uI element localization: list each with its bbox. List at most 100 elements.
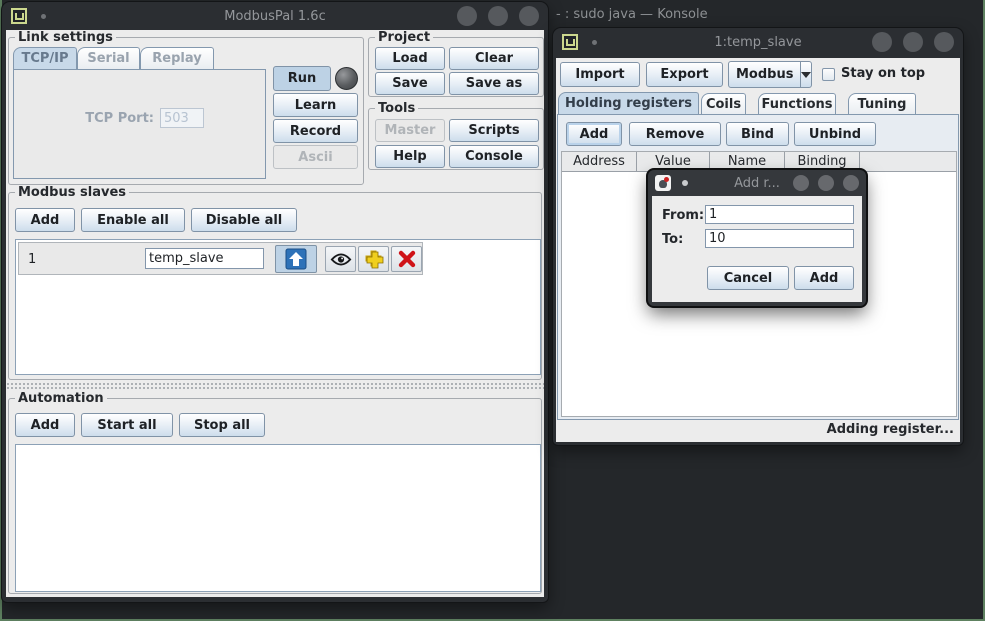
stay-on-top-label: Stay on top bbox=[841, 66, 925, 81]
to-input[interactable] bbox=[705, 229, 854, 248]
modbuspal-content: Link settings TCP/IP Serial Replay TCP P… bbox=[6, 30, 544, 597]
registers-table-header: Address Value Name Binding bbox=[562, 152, 956, 172]
titlebar-pin-dot-icon bbox=[41, 14, 46, 19]
learn-button[interactable]: Learn bbox=[273, 93, 358, 117]
close-button[interactable] bbox=[843, 175, 859, 191]
console-button[interactable]: Console bbox=[449, 145, 539, 168]
modbus-mode-value: Modbus bbox=[729, 62, 801, 87]
minimize-button[interactable] bbox=[793, 175, 809, 191]
tab-tuning[interactable]: Tuning bbox=[848, 93, 916, 114]
link-settings-title: Link settings bbox=[15, 30, 116, 45]
arrow-up-icon bbox=[285, 248, 307, 270]
tab-coils[interactable]: Coils bbox=[701, 93, 746, 114]
register-bind-button[interactable]: Bind bbox=[726, 122, 789, 146]
java-app-icon bbox=[655, 175, 671, 191]
slave-view-button[interactable] bbox=[325, 246, 356, 272]
master-button: Master bbox=[375, 119, 445, 142]
modbus-mode-select[interactable]: Modbus bbox=[728, 61, 812, 88]
clear-button[interactable]: Clear bbox=[449, 47, 539, 70]
to-label: To: bbox=[662, 232, 683, 247]
from-label: From: bbox=[662, 208, 704, 223]
run-led-indicator-icon bbox=[335, 67, 358, 90]
dialog-titlebar: Add r... bbox=[648, 170, 866, 196]
column-header-value[interactable]: Value bbox=[637, 152, 710, 172]
slave-delete-button[interactable] bbox=[391, 246, 422, 272]
column-header-name[interactable]: Name bbox=[710, 152, 785, 172]
link-settings-group: Link settings TCP/IP Serial Replay TCP P… bbox=[8, 37, 364, 185]
scripts-button[interactable]: Scripts bbox=[449, 119, 539, 142]
save-as-button[interactable]: Save as bbox=[449, 72, 539, 95]
tab-functions[interactable]: Functions bbox=[758, 93, 836, 114]
export-button[interactable]: Export bbox=[646, 62, 723, 87]
minimize-button[interactable] bbox=[457, 6, 477, 26]
close-button[interactable] bbox=[519, 6, 539, 26]
enable-all-button[interactable]: Enable all bbox=[81, 208, 185, 232]
status-text: Adding register... bbox=[556, 422, 954, 437]
register-unbind-button[interactable]: Unbind bbox=[794, 122, 876, 146]
tab-holding-registers[interactable]: Holding registers bbox=[558, 92, 699, 114]
combo-arrow-button[interactable] bbox=[801, 62, 811, 87]
register-add-button[interactable]: Add bbox=[566, 122, 622, 146]
slave-add-button[interactable]: Add bbox=[15, 208, 75, 232]
slave-duplicate-button[interactable] bbox=[358, 246, 389, 272]
tab-replay[interactable]: Replay bbox=[140, 47, 214, 69]
disable-all-button[interactable]: Disable all bbox=[191, 208, 297, 232]
ascii-button: Ascii bbox=[273, 145, 358, 169]
automation-title: Automation bbox=[15, 391, 107, 406]
titlebar-pin-dot-icon bbox=[682, 180, 688, 186]
tools-group: Tools Master Scripts Help Console bbox=[368, 108, 544, 170]
window-controls bbox=[793, 175, 859, 191]
automation-list-panel bbox=[15, 444, 541, 592]
stay-on-top-checkbox[interactable] bbox=[822, 68, 835, 81]
start-all-button[interactable]: Start all bbox=[81, 413, 173, 437]
help-button[interactable]: Help bbox=[375, 145, 445, 168]
slave-enable-toggle[interactable] bbox=[275, 245, 317, 273]
column-header-address[interactable]: Address bbox=[562, 152, 637, 172]
register-remove-button[interactable]: Remove bbox=[629, 122, 721, 146]
close-button[interactable] bbox=[934, 32, 954, 52]
tcp-port-input[interactable] bbox=[160, 108, 204, 128]
modbus-slaves-title: Modbus slaves bbox=[15, 185, 129, 200]
modbuspal-app-icon[interactable] bbox=[11, 8, 27, 24]
column-header-empty bbox=[860, 152, 956, 172]
slave-name-input[interactable] bbox=[145, 248, 264, 269]
modbuspal-window: ModbusPal 1.6c Link settings TCP/IP Seri… bbox=[2, 2, 548, 602]
from-input[interactable] bbox=[705, 205, 854, 224]
import-button[interactable]: Import bbox=[560, 62, 640, 87]
titlebar-pin-dot-icon bbox=[592, 40, 597, 45]
project-group: Project Load Clear Save Save as bbox=[368, 37, 544, 97]
automation-group: Automation Add Start all Stop all bbox=[8, 398, 542, 594]
temp-slave-app-icon[interactable] bbox=[562, 34, 578, 50]
record-button[interactable]: Record bbox=[273, 119, 358, 143]
maximize-button[interactable] bbox=[488, 6, 508, 26]
load-button[interactable]: Load bbox=[375, 47, 445, 70]
konsole-window-title: - : sudo java — Konsole bbox=[556, 7, 708, 22]
run-toggle-button[interactable]: Run bbox=[273, 66, 331, 91]
delete-x-icon bbox=[398, 250, 416, 268]
tcp-port-label: TCP Port: bbox=[44, 111, 154, 126]
eye-icon bbox=[330, 252, 352, 267]
maximize-button[interactable] bbox=[818, 175, 834, 191]
temp-slave-titlebar: 1:temp_slave bbox=[553, 28, 963, 56]
dialog-content: From: To: Cancel Add bbox=[652, 196, 862, 302]
project-title: Project bbox=[375, 30, 433, 45]
cancel-button[interactable]: Cancel bbox=[707, 266, 789, 290]
add-register-dialog: Add r... From: To: Cancel Add bbox=[648, 170, 866, 306]
tcpip-tab-panel: TCP Port: bbox=[13, 69, 266, 179]
slave-row: 1 bbox=[18, 242, 423, 275]
column-header-binding[interactable]: Binding bbox=[785, 152, 860, 172]
tab-tcpip[interactable]: TCP/IP bbox=[13, 47, 77, 69]
dialog-add-button[interactable]: Add bbox=[794, 266, 854, 290]
maximize-button[interactable] bbox=[903, 32, 923, 52]
minimize-button[interactable] bbox=[872, 32, 892, 52]
tools-title: Tools bbox=[375, 101, 418, 116]
window-controls bbox=[457, 6, 539, 26]
stop-all-button[interactable]: Stop all bbox=[179, 413, 265, 437]
automation-add-button[interactable]: Add bbox=[15, 413, 75, 437]
window-controls bbox=[872, 32, 954, 52]
modbuspal-titlebar: ModbusPal 1.6c bbox=[2, 2, 548, 30]
save-button[interactable]: Save bbox=[375, 72, 445, 95]
tab-serial[interactable]: Serial bbox=[77, 47, 140, 69]
chevron-down-icon bbox=[801, 72, 811, 78]
split-divider[interactable] bbox=[6, 382, 544, 391]
